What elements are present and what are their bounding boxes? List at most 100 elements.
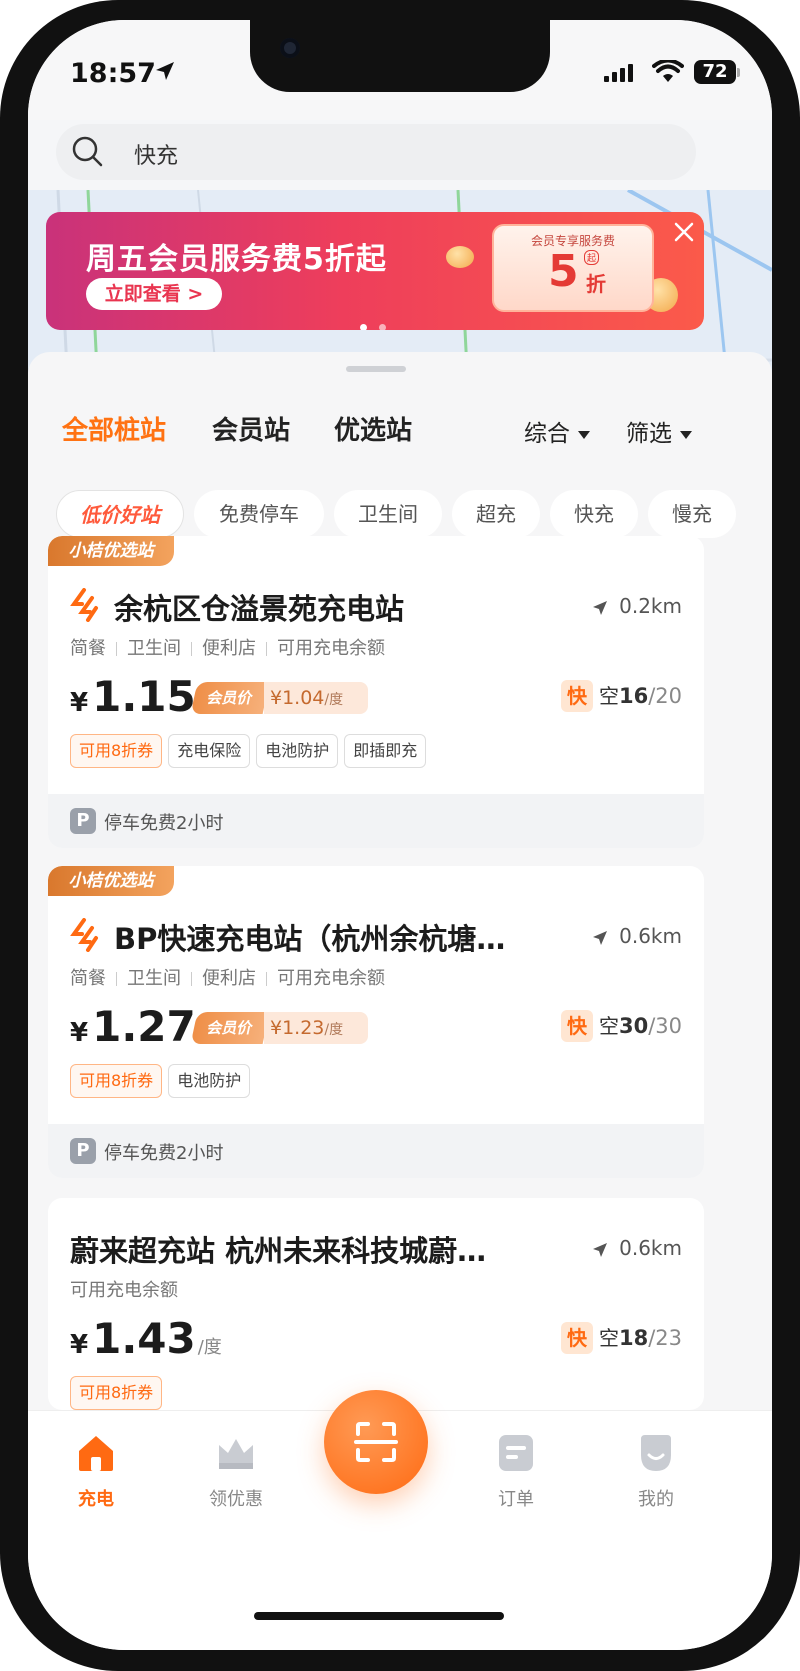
currency-symbol: ¥ [70, 688, 89, 718]
chip-restroom[interactable]: 卫生间 [334, 490, 442, 538]
location-arrow-icon [156, 62, 174, 80]
charger-type-badge: 快 [560, 680, 593, 712]
station-name: BP快速充电站（杭州余杭塘… [114, 922, 506, 956]
avail-prefix: 空 [598, 1014, 619, 1038]
tabbar-label: 我的 [638, 1489, 674, 1510]
battery-indicator: 72 [694, 60, 736, 84]
badge-value: 5 [548, 246, 579, 297]
cellular-signal-icon [604, 64, 633, 82]
station-badge: 小桔优选站 [48, 866, 174, 896]
tabbar-label: 订单 [498, 1489, 534, 1510]
badge-qi: 起 [584, 250, 600, 265]
tabbar-charge[interactable]: 充电 [46, 1433, 146, 1511]
divider [116, 642, 117, 656]
amenity: 可用充电余额 [277, 638, 385, 659]
home-icon [79, 1436, 113, 1471]
screen: 18:57 72 快充 周五会员服务费5折起 立即查看 > 会员专享服务费 5 … [28, 20, 772, 1650]
price: ¥1.43/度 [70, 1314, 222, 1363]
currency-symbol: ¥ [70, 1018, 89, 1048]
amenities: 简餐 卫生间 便利店 可用充电余额 [70, 634, 385, 660]
availability: 快空30/30 [560, 1010, 682, 1042]
tab-selected-stations[interactable]: 优选站 [334, 410, 412, 447]
order-icon [499, 1435, 533, 1471]
search-bar[interactable]: 快充 [56, 124, 696, 180]
filter-chips: 低价好站 免费停车 卫生间 超充 快充 慢充 [56, 490, 772, 538]
charger-type-badge: 快 [560, 1322, 593, 1354]
station-tags: 可用8折券 充电保险 电池防护 即插即充 [70, 734, 432, 768]
divider [191, 972, 192, 986]
navigation-icon [593, 930, 608, 945]
chip-slow-charge[interactable]: 慢充 [648, 490, 736, 538]
amenity: 便利店 [202, 968, 256, 989]
distance-value: 0.2km [619, 594, 682, 618]
station-card[interactable]: 小桔优选站 BP快速充电站（杭州余杭塘… 0.6km 简餐 卫生间 便利店 可用充电余… [48, 866, 704, 1178]
sort-dropdown[interactable]: 综合 [524, 414, 590, 448]
filter-dropdown[interactable]: 筛选 [626, 414, 692, 448]
member-price-value: ¥1.04/度 [264, 682, 368, 714]
member-price-label: 会员价 [190, 682, 270, 714]
parking-info: P 停车免费2小时 [48, 1124, 704, 1178]
banner-title: 周五会员服务费5折起 [86, 242, 387, 277]
avail-free: 30 [618, 1014, 649, 1038]
station-tags: 可用8折券 电池防护 [70, 1064, 256, 1098]
member-price-amount: ¥1.23 [270, 1017, 325, 1039]
close-icon[interactable] [672, 220, 696, 244]
station-card[interactable]: 小桔优选站 余杭区仓溢景苑充电站 0.2km 简餐 卫生间 便利店 可用充电余额 ¥1… [48, 536, 704, 848]
currency-symbol: ¥ [70, 1330, 89, 1360]
avail-free: 18 [618, 1326, 649, 1350]
tab-member-stations[interactable]: 会员站 [212, 410, 290, 447]
member-price: 会员价 ¥1.04/度 [190, 682, 374, 714]
badge-suffix: 折 [586, 272, 606, 296]
scan-button[interactable] [324, 1390, 428, 1494]
price-unit: /度 [197, 1337, 222, 1358]
charger-type-badge: 快 [560, 1010, 593, 1042]
camera-icon [280, 38, 300, 58]
price: ¥1.15 [70, 672, 196, 721]
page-dot [360, 324, 367, 330]
avail-total: /30 [648, 1014, 682, 1038]
avail-prefix: 空 [598, 684, 619, 708]
crown-icon [219, 1439, 253, 1469]
status-time: 18:57 [70, 58, 156, 89]
distance-value: 0.6km [619, 924, 682, 948]
tabbar-orders[interactable]: 订单 [466, 1433, 566, 1511]
tabbar-profile[interactable]: 我的 [606, 1433, 706, 1511]
coupon-tag[interactable]: 可用8折券 [70, 1064, 163, 1098]
member-price: 会员价 ¥1.23/度 [190, 1012, 374, 1044]
availability: 快空16/20 [560, 680, 682, 712]
tabbar-label: 领优惠 [209, 1489, 263, 1510]
service-tag: 电池防护 [256, 734, 339, 768]
coupon-tag[interactable]: 可用8折券 [70, 1376, 163, 1410]
amenity: 简餐 [70, 638, 106, 659]
parking-info: P 停车免费2小时 [48, 794, 704, 848]
station-name: 余杭区仓溢景苑充电站 [114, 592, 405, 626]
brand-logo-icon [70, 918, 98, 952]
station-card[interactable]: 蔚来超充站 杭州未来科技城蔚… 0.6km 可用充电余额 ¥1.43/度 快空1… [48, 1198, 704, 1410]
tab-all-stations[interactable]: 全部桩站 [62, 410, 166, 447]
chip-free-parking[interactable]: 免费停车 [194, 490, 324, 538]
promo-banner[interactable]: 周五会员服务费5折起 立即查看 > 会员专享服务费 5 起 折 [46, 212, 704, 330]
profile-icon [641, 1435, 671, 1471]
amenity: 简餐 [70, 968, 106, 989]
station-tags: 可用8折券 [70, 1376, 168, 1410]
coupon-tag[interactable]: 可用8折券 [70, 734, 163, 768]
price-value: 1.43 [92, 1314, 196, 1363]
station-name: 蔚来超充站 杭州未来科技城蔚… [70, 1234, 487, 1268]
distance: 0.6km [591, 1236, 682, 1260]
member-price-value: ¥1.23/度 [264, 1012, 368, 1044]
chip-low-price[interactable]: 低价好站 [56, 490, 184, 538]
brand-logo-icon [70, 588, 98, 622]
battery-tip [737, 68, 740, 77]
chip-fast-charge[interactable]: 快充 [550, 490, 638, 538]
banner-view-button[interactable]: 立即查看 > [86, 278, 222, 310]
member-price-unit: /度 [324, 692, 344, 708]
search-input[interactable]: 快充 [134, 138, 178, 170]
chip-super-charge[interactable]: 超充 [452, 490, 540, 538]
divider [116, 972, 117, 986]
divider [191, 642, 192, 656]
amenity: 便利店 [202, 638, 256, 659]
tabbar-offers[interactable]: 领优惠 [186, 1433, 286, 1511]
avail-free: 16 [618, 684, 649, 708]
coin-icon [446, 246, 474, 268]
drag-handle[interactable] [346, 366, 406, 372]
